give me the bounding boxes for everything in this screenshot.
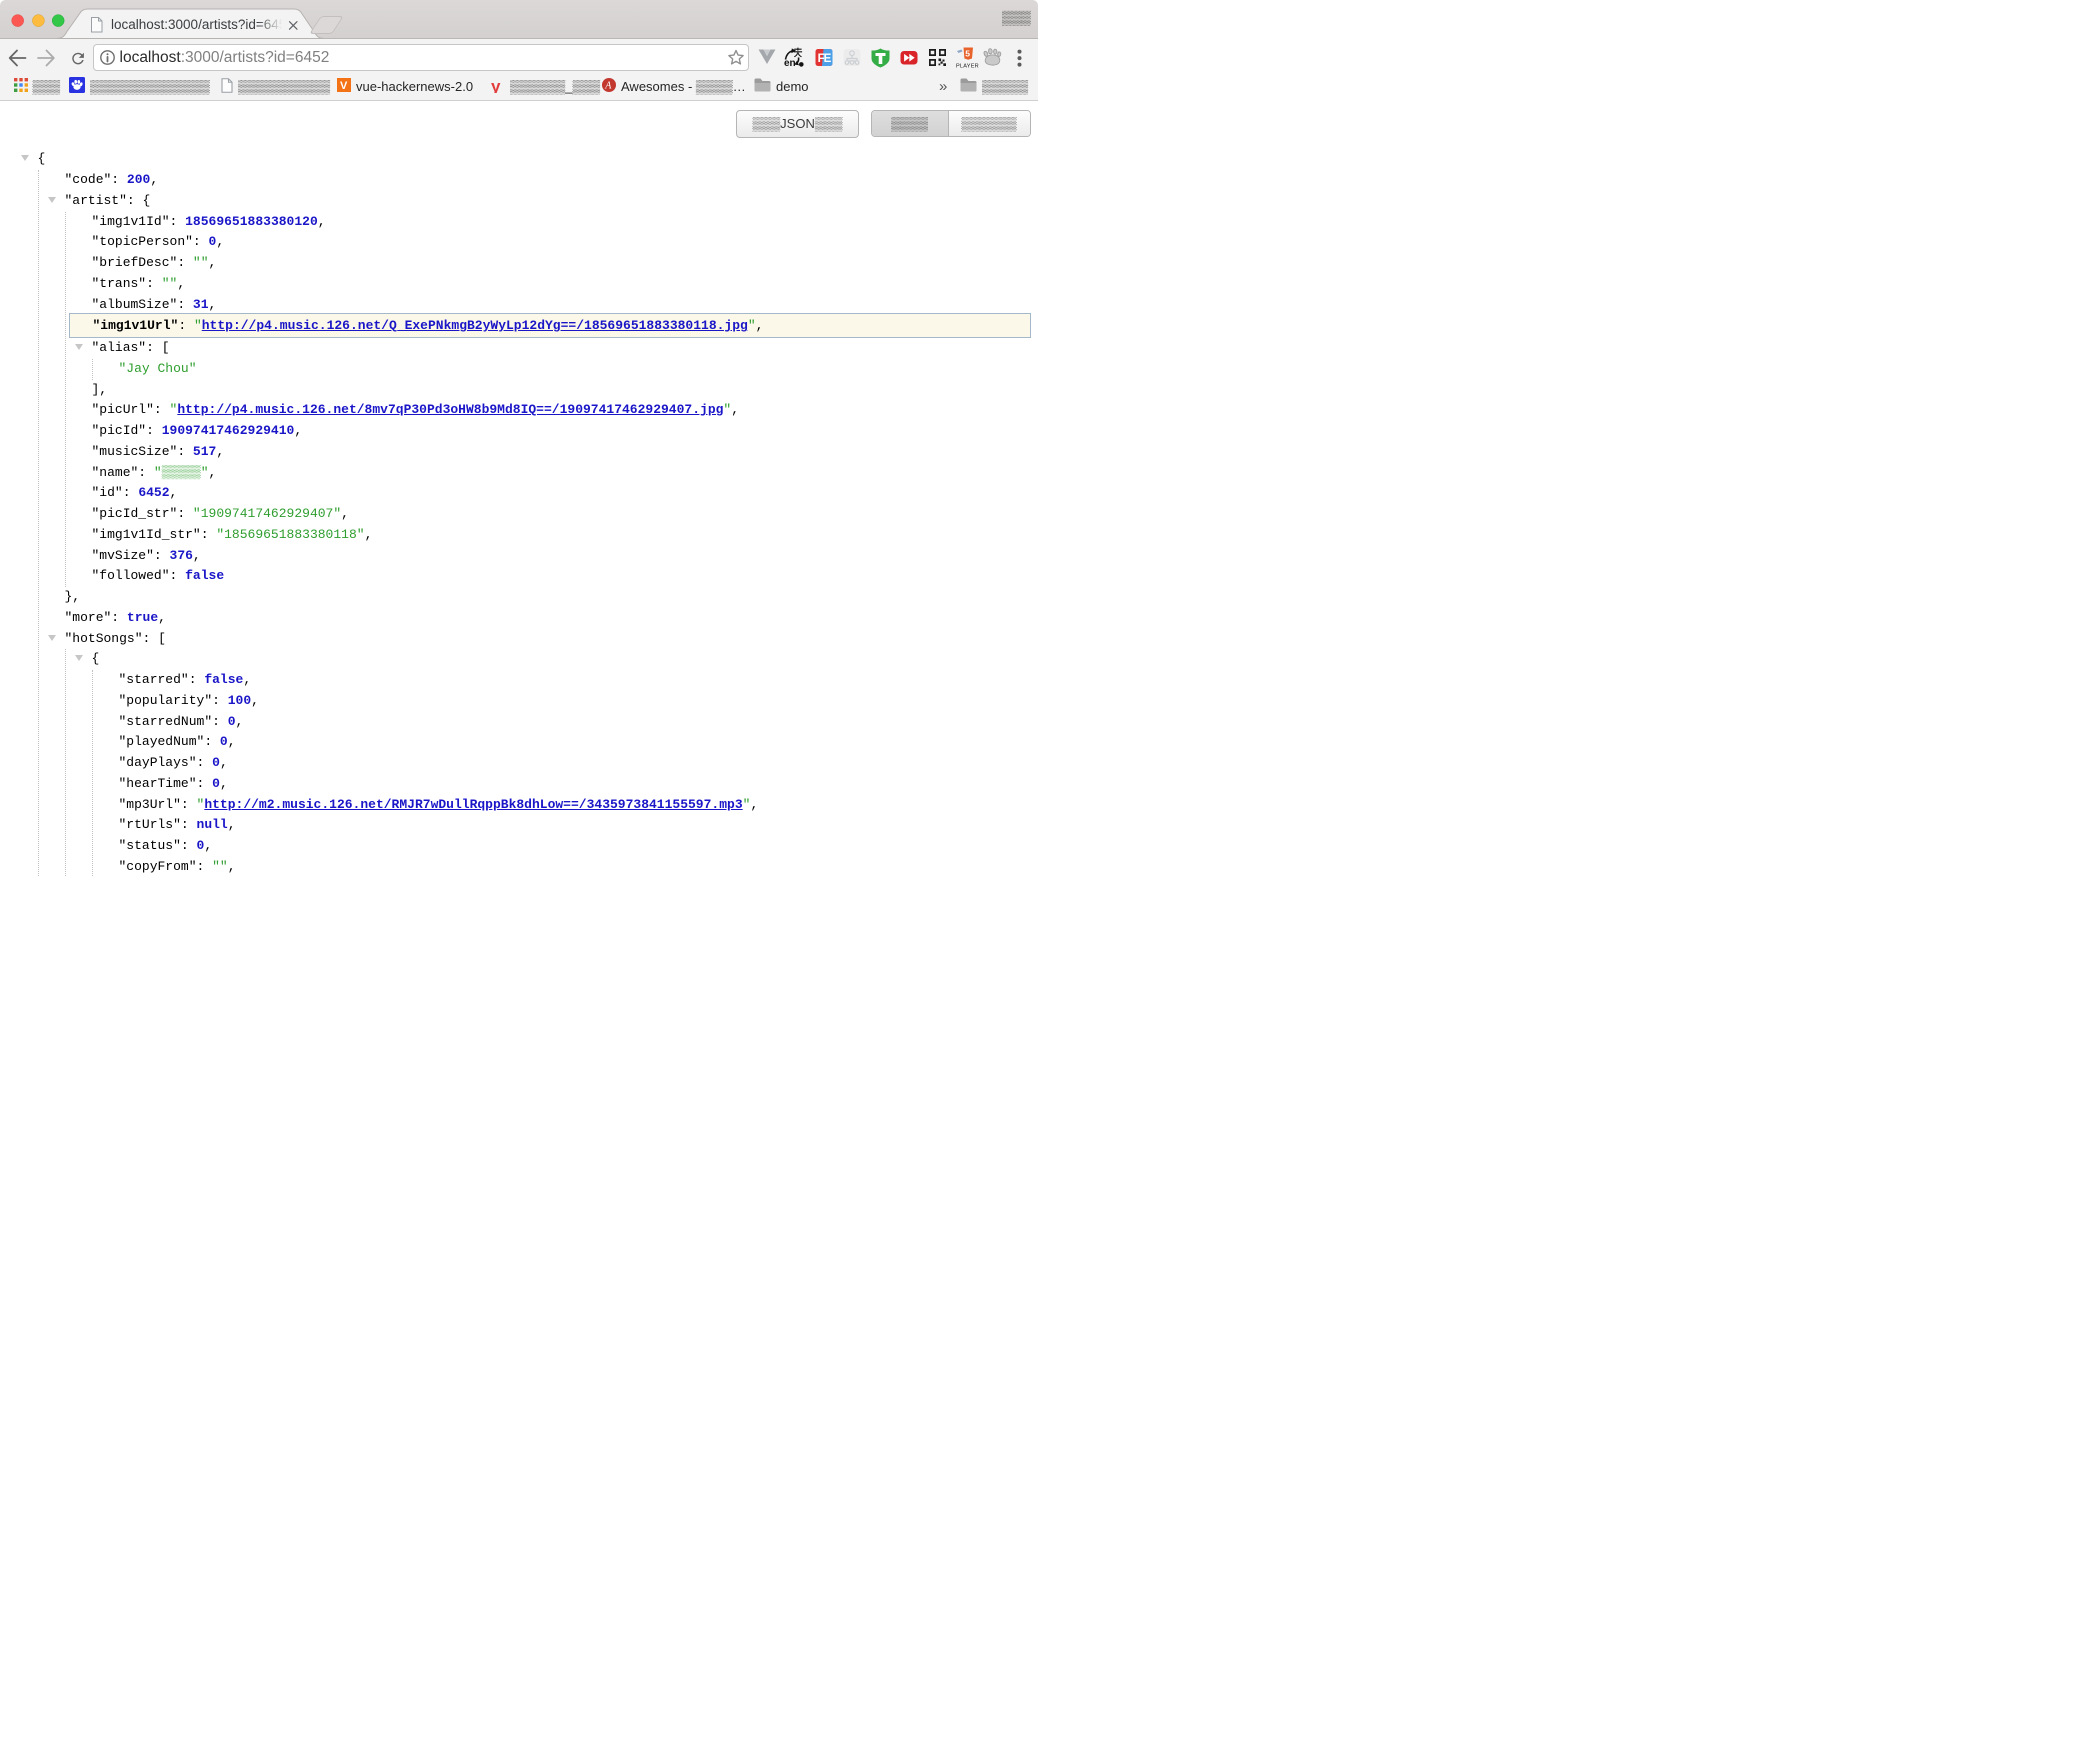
svg-text:5: 5 [965, 49, 970, 59]
svg-text:A: A [604, 81, 612, 92]
svg-text:PLAYER: PLAYER [956, 64, 979, 70]
svg-text:y: y [491, 78, 501, 93]
svg-text:FE: FE [818, 53, 832, 65]
svg-text:V: V [340, 80, 348, 92]
svg-text:en: en [784, 58, 796, 69]
